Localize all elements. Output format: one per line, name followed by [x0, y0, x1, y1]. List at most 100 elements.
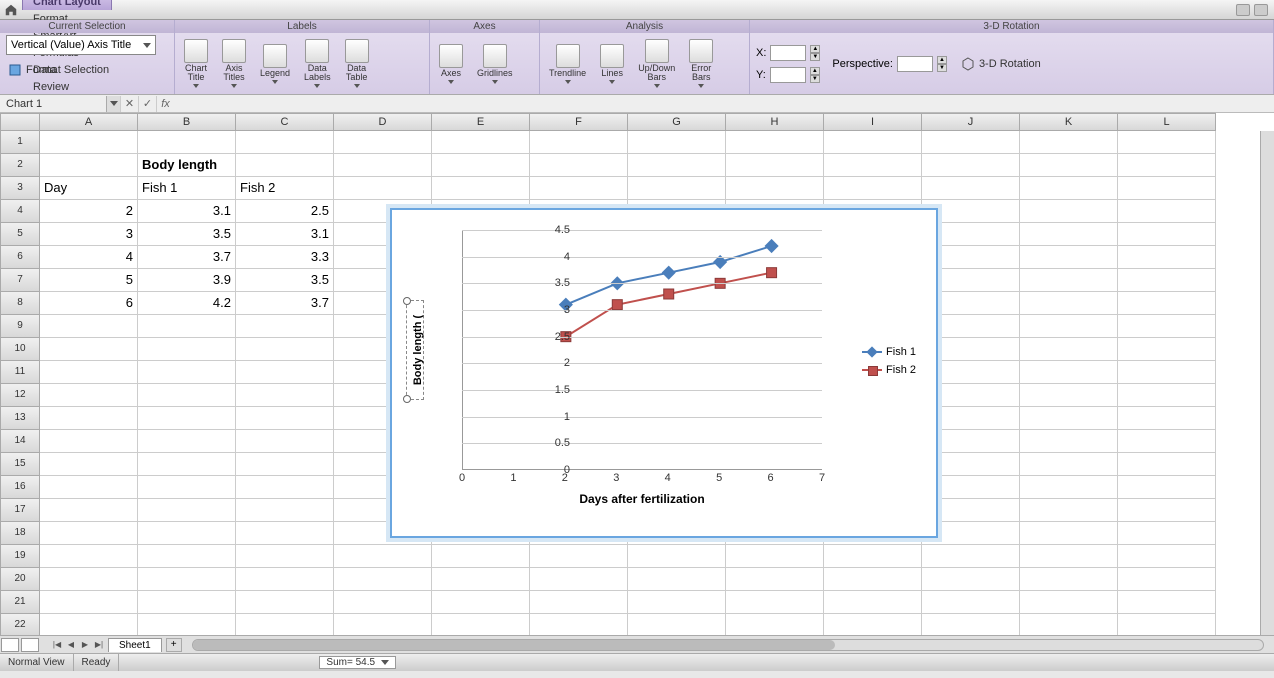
cell-H21[interactable] — [726, 591, 824, 614]
cell-J3[interactable] — [922, 177, 1020, 200]
cell-H3[interactable] — [726, 177, 824, 200]
column-header-J[interactable]: J — [922, 113, 1020, 131]
cell-A12[interactable] — [40, 384, 138, 407]
cell-H1[interactable] — [726, 131, 824, 154]
cell-C9[interactable] — [236, 315, 334, 338]
cell-J22[interactable] — [922, 614, 1020, 635]
select-all-corner[interactable] — [0, 113, 40, 131]
cell-A7[interactable]: 5 — [40, 269, 138, 292]
cell-C14[interactable] — [236, 430, 334, 453]
cell-D20[interactable] — [334, 568, 432, 591]
cell-A14[interactable] — [40, 430, 138, 453]
normal-view-button[interactable] — [1, 638, 19, 652]
cell-A3[interactable]: Day — [40, 177, 138, 200]
cell-B3[interactable]: Fish 1 — [138, 177, 236, 200]
cell-L8[interactable] — [1118, 292, 1216, 315]
stepper[interactable]: ▲▼ — [810, 45, 820, 61]
rotation-x-input[interactable] — [770, 45, 806, 61]
cell-A11[interactable] — [40, 361, 138, 384]
chevron-down-icon[interactable] — [106, 96, 120, 112]
row-header-15[interactable]: 15 — [0, 453, 40, 476]
cell-K15[interactable] — [1020, 453, 1118, 476]
cell-B11[interactable] — [138, 361, 236, 384]
up-down-bars-button[interactable]: Up/DownBars — [635, 38, 678, 89]
cell-E3[interactable] — [432, 177, 530, 200]
cell-B12[interactable] — [138, 384, 236, 407]
cell-K5[interactable] — [1020, 223, 1118, 246]
vertical-scrollbar[interactable] — [1260, 131, 1274, 635]
cell-K2[interactable] — [1020, 154, 1118, 177]
cell-L12[interactable] — [1118, 384, 1216, 407]
cell-C7[interactable]: 3.5 — [236, 269, 334, 292]
row-header-5[interactable]: 5 — [0, 223, 40, 246]
first-sheet-button[interactable]: |◀ — [50, 638, 64, 652]
cell-C12[interactable] — [236, 384, 334, 407]
row-header-9[interactable]: 9 — [0, 315, 40, 338]
column-header-C[interactable]: C — [236, 113, 334, 131]
cell-L6[interactable] — [1118, 246, 1216, 269]
row-header-12[interactable]: 12 — [0, 384, 40, 407]
cell-K19[interactable] — [1020, 545, 1118, 568]
cell-A5[interactable]: 3 — [40, 223, 138, 246]
chart-element-selector[interactable]: Vertical (Value) Axis Title — [6, 35, 156, 55]
sum-display[interactable]: Sum= 54.5 — [319, 656, 396, 669]
row-header-17[interactable]: 17 — [0, 499, 40, 522]
cell-C8[interactable]: 3.7 — [236, 292, 334, 315]
cell-A4[interactable]: 2 — [40, 200, 138, 223]
cell-H2[interactable] — [726, 154, 824, 177]
cell-E19[interactable] — [432, 545, 530, 568]
cell-L3[interactable] — [1118, 177, 1216, 200]
cell-H20[interactable] — [726, 568, 824, 591]
cell-C19[interactable] — [236, 545, 334, 568]
column-header-I[interactable]: I — [824, 113, 922, 131]
row-header-3[interactable]: 3 — [0, 177, 40, 200]
cell-B7[interactable]: 3.9 — [138, 269, 236, 292]
cell-J20[interactable] — [922, 568, 1020, 591]
cell-K16[interactable] — [1020, 476, 1118, 499]
stepper[interactable]: ▲▼ — [810, 67, 820, 83]
cell-B21[interactable] — [138, 591, 236, 614]
cell-I1[interactable] — [824, 131, 922, 154]
cell-C22[interactable] — [236, 614, 334, 635]
cell-K14[interactable] — [1020, 430, 1118, 453]
axes-button[interactable]: Axes — [436, 43, 466, 85]
view-mode-label[interactable]: Normal View — [0, 654, 74, 671]
column-header-G[interactable]: G — [628, 113, 726, 131]
cell-F22[interactable] — [530, 614, 628, 635]
cell-K11[interactable] — [1020, 361, 1118, 384]
row-header-10[interactable]: 10 — [0, 338, 40, 361]
cell-H22[interactable] — [726, 614, 824, 635]
chart-legend[interactable]: Fish 1 Fish 2 — [862, 340, 916, 382]
column-header-F[interactable]: F — [530, 113, 628, 131]
cell-I19[interactable] — [824, 545, 922, 568]
cell-K12[interactable] — [1020, 384, 1118, 407]
cell-A20[interactable] — [40, 568, 138, 591]
cell-E2[interactable] — [432, 154, 530, 177]
cell-F3[interactable] — [530, 177, 628, 200]
row-header-4[interactable]: 4 — [0, 200, 40, 223]
cell-J1[interactable] — [922, 131, 1020, 154]
cell-K21[interactable] — [1020, 591, 1118, 614]
cell-I21[interactable] — [824, 591, 922, 614]
column-header-L[interactable]: L — [1118, 113, 1216, 131]
error-bars-button[interactable]: ErrorBars — [686, 38, 716, 89]
cell-C5[interactable]: 3.1 — [236, 223, 334, 246]
cell-K6[interactable] — [1020, 246, 1118, 269]
fx-icon[interactable]: fx — [156, 96, 174, 112]
row-header-1[interactable]: 1 — [0, 131, 40, 154]
cell-B8[interactable]: 4.2 — [138, 292, 236, 315]
cell-K10[interactable] — [1020, 338, 1118, 361]
plot-area[interactable] — [462, 230, 822, 470]
cell-C21[interactable] — [236, 591, 334, 614]
cell-G21[interactable] — [628, 591, 726, 614]
settings-button[interactable] — [1254, 4, 1268, 16]
cell-E20[interactable] — [432, 568, 530, 591]
cell-B19[interactable] — [138, 545, 236, 568]
cell-B20[interactable] — [138, 568, 236, 591]
cell-D1[interactable] — [334, 131, 432, 154]
row-header-7[interactable]: 7 — [0, 269, 40, 292]
cell-C2[interactable] — [236, 154, 334, 177]
cell-C11[interactable] — [236, 361, 334, 384]
cell-C18[interactable] — [236, 522, 334, 545]
cell-C6[interactable]: 3.3 — [236, 246, 334, 269]
